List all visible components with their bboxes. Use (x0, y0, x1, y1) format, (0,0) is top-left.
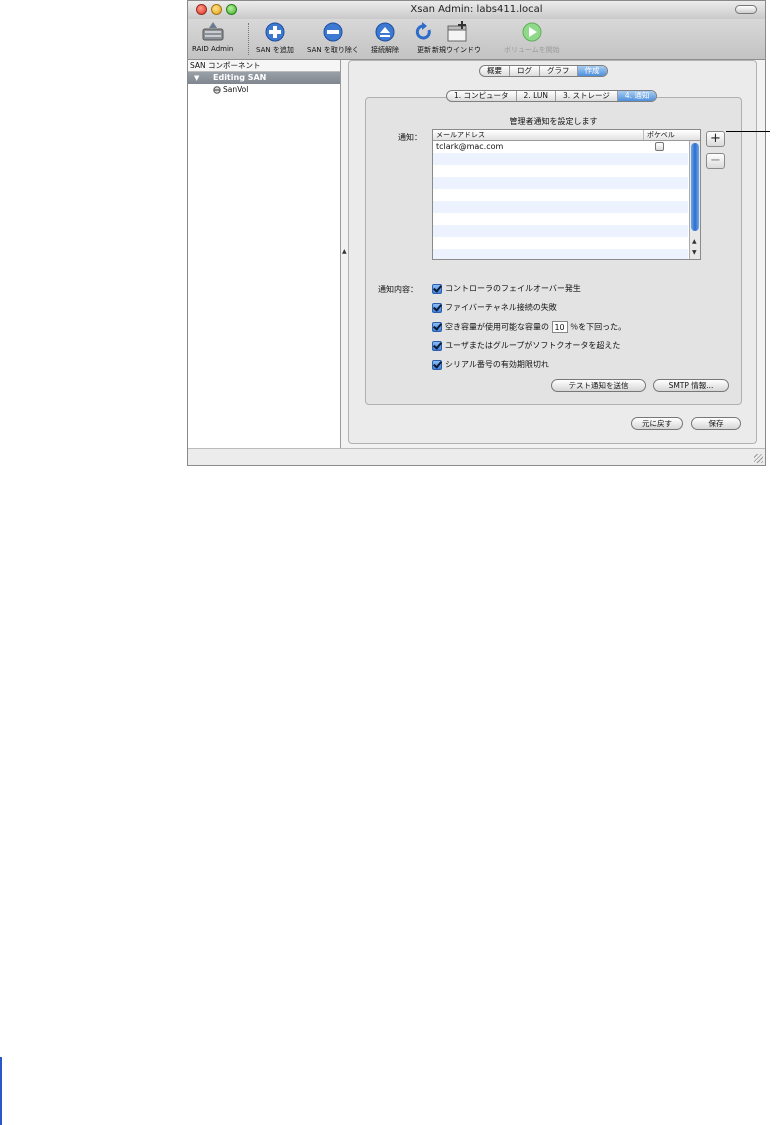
save-button[interactable]: 保存 (691, 417, 741, 430)
start-volume-button[interactable]: ボリュームを開始 (504, 21, 560, 55)
step-computers[interactable]: 1. コンピュータ (447, 91, 517, 101)
serial-label: シリアル番号の有効期限切れ (445, 360, 549, 369)
free-space-label-before: 空き容量が使用可能な容量の (445, 322, 549, 332)
status-bar (188, 448, 765, 465)
list-item (433, 201, 688, 213)
scroll-down-arrow-icon[interactable]: ▼ (692, 249, 697, 256)
list-item (433, 153, 688, 165)
setup-inner-panel: 1. コンピュータ 2. LUN 3. ストレージ 4. 通知 管理者通知を設定… (365, 90, 742, 405)
smtp-info-button[interactable]: SMTP 情報... (653, 379, 729, 392)
add-san-icon (265, 22, 285, 42)
column-pager[interactable]: ポケベル (643, 130, 675, 140)
main-tabs: 概要 ログ グラフ 作成 (479, 65, 608, 77)
pager-checkbox[interactable] (655, 142, 664, 151)
option-fc-fail[interactable]: ファイバーチャネル接続の失敗 (432, 302, 557, 314)
remove-san-icon (323, 22, 343, 42)
sidebar-item-sanvol[interactable]: SanVol (188, 84, 340, 96)
scrollbar-thumb[interactable] (691, 143, 699, 231)
failover-checkbox[interactable] (432, 283, 442, 294)
quota-checkbox[interactable] (432, 340, 442, 351)
disclosure-triangle-icon[interactable]: ▼ (194, 72, 199, 84)
content-label: 通知内容： (378, 285, 418, 294)
list-item (433, 225, 688, 237)
add-san-button[interactable]: SAN を追加 (256, 21, 294, 55)
scroll-up-arrow-icon[interactable]: ▲ (692, 238, 697, 245)
eject-icon (375, 22, 395, 42)
email-rows: tclark@mac.com (433, 141, 688, 259)
play-icon (522, 22, 542, 42)
disconnect-label: 接続解除 (371, 46, 399, 54)
new-window-button[interactable]: 新規ウインドウ (432, 21, 481, 55)
toolbar-separator (248, 23, 249, 55)
san-name: Editing SAN (213, 73, 267, 82)
setup-steps: 1. コンピュータ 2. LUN 3. ストレージ 4. 通知 (446, 90, 658, 102)
step-lun[interactable]: 2. LUN (517, 91, 556, 101)
step-storage[interactable]: 3. ストレージ (556, 91, 618, 101)
email-list-scrollbar[interactable]: ▲ ▼ (689, 141, 700, 259)
sidebar-item-editing-san[interactable]: ▼ Editing SAN (188, 72, 340, 84)
add-email-button[interactable]: + (706, 131, 725, 147)
list-item (433, 237, 688, 249)
tab-log[interactable]: ログ (510, 66, 540, 76)
start-volume-label: ボリュームを開始 (504, 46, 560, 54)
remove-san-button[interactable]: SAN を取り除く (307, 21, 359, 55)
new-window-label: 新規ウインドウ (432, 46, 481, 54)
fc-fail-label: ファイバーチャネル接続の失敗 (445, 303, 557, 312)
email-address: tclark@mac.com (436, 142, 504, 151)
list-item (433, 213, 688, 225)
toolbar-toggle-button[interactable] (735, 5, 757, 14)
option-quota[interactable]: ユーザまたはグループがソフトクオータを超えた (432, 340, 620, 352)
raid-admin-icon (202, 22, 224, 41)
step-notifications[interactable]: 4. 通知 (617, 91, 657, 101)
refresh-icon (415, 22, 431, 40)
free-space-label-after: ％を下回った。 (570, 322, 627, 332)
list-item (433, 189, 688, 201)
page-margin-bar (0, 1057, 2, 1125)
list-item (433, 165, 688, 177)
list-item (433, 249, 688, 259)
email-list: メールアドレス ポケベル tclark@mac.com ▲ ▼ (432, 129, 701, 260)
resize-grip-icon[interactable] (754, 454, 763, 463)
send-test-notification-button[interactable]: テスト通知を送信 (551, 379, 646, 392)
remove-san-label: SAN を取り除く (307, 46, 359, 54)
new-window-icon (447, 21, 466, 42)
tab-setup[interactable]: 作成 (577, 66, 607, 76)
disconnect-button[interactable]: 接続解除 (371, 21, 399, 55)
free-space-checkbox[interactable] (432, 322, 442, 332)
callout-line (726, 131, 770, 132)
volume-name: SanVol (223, 85, 249, 94)
split-view-handle-icon[interactable]: ▲ (342, 248, 347, 255)
quota-label: ユーザまたはグループがソフトクオータを超えた (445, 341, 621, 350)
serial-checkbox[interactable] (432, 359, 442, 370)
xsan-admin-window: Xsan Admin: labs411.local RAID Admin SAN… (187, 0, 766, 466)
refresh-label: 更新 (417, 46, 431, 54)
title-bar: Xsan Admin: labs411.local (188, 1, 765, 20)
list-item (433, 177, 688, 189)
san-component-sidebar: SAN コンポーネント ▼ Editing SAN SanVol (188, 60, 341, 449)
panel-heading: 管理者通知を設定します (509, 117, 598, 126)
fc-fail-checkbox[interactable] (432, 302, 442, 313)
remove-email-button[interactable]: − (706, 153, 725, 169)
option-free-space[interactable]: 空き容量が使用可能な容量の 10 ％を下回った。 (432, 321, 626, 333)
volume-icon (213, 86, 221, 94)
failover-label: コントローラのフェイルオーバー発生 (445, 284, 581, 293)
notify-label: 通知： (398, 133, 422, 142)
add-san-label: SAN を追加 (256, 46, 294, 54)
option-serial[interactable]: シリアル番号の有効期限切れ (432, 359, 549, 371)
option-failover[interactable]: コントローラのフェイルオーバー発生 (432, 283, 581, 295)
raid-admin-label: RAID Admin (192, 45, 234, 53)
list-item[interactable]: tclark@mac.com (433, 141, 688, 153)
column-email[interactable]: メールアドレス (436, 130, 485, 140)
sidebar-header: SAN コンポーネント (188, 60, 340, 72)
main-content-panel: 概要 ログ グラフ 作成 1. コンピュータ 2. LUN 3. ストレージ 4… (348, 60, 757, 444)
window-title: Xsan Admin: labs411.local (410, 4, 543, 15)
email-list-header: メールアドレス ポケベル (433, 130, 700, 141)
toolbar: RAID Admin SAN を追加 SAN を取り除く 接続解除 更新 新規ウ… (188, 19, 765, 60)
free-space-percent-field[interactable]: 10 (551, 321, 568, 333)
raid-admin-button[interactable]: RAID Admin (192, 21, 233, 53)
tab-graph[interactable]: グラフ (540, 66, 578, 76)
revert-button[interactable]: 元に戻す (631, 417, 683, 430)
refresh-button[interactable]: 更新 (414, 21, 434, 55)
tab-overview[interactable]: 概要 (480, 66, 510, 76)
